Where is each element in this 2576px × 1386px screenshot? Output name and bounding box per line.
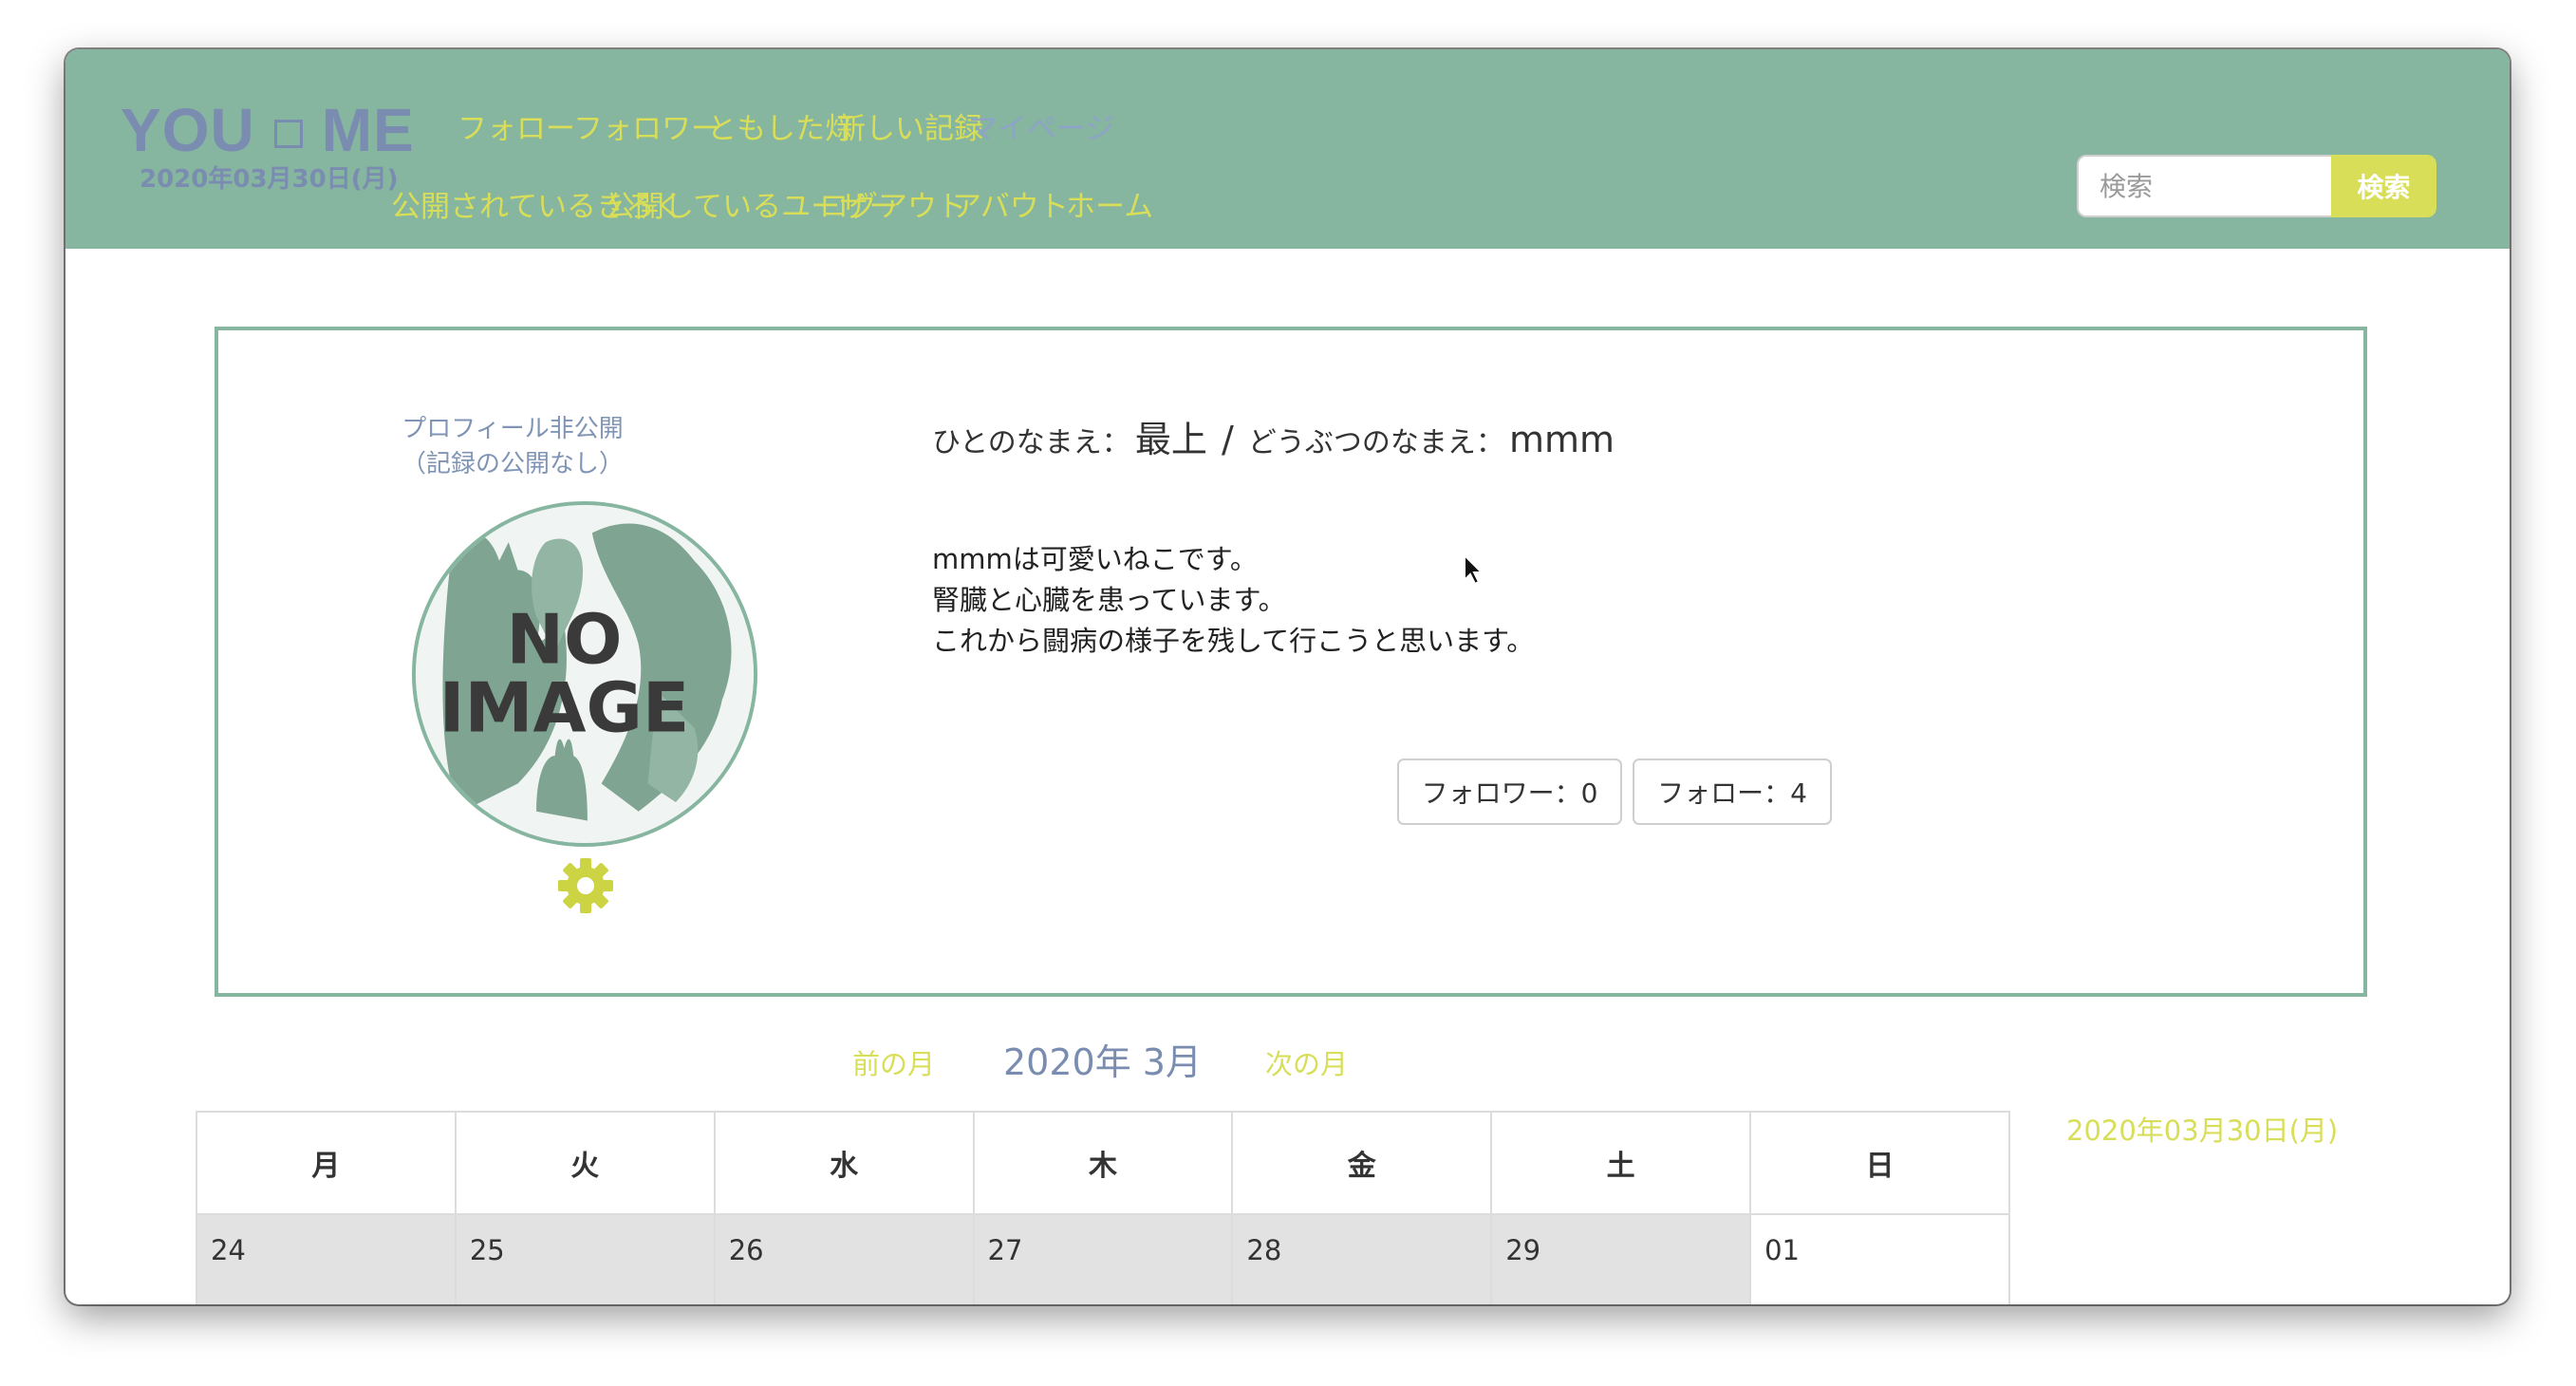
calendar-title: 2020年 3月 [1003, 1033, 1202, 1085]
weekday-sat: 土 [1490, 1111, 1752, 1215]
calendar-day[interactable]: 28 [1231, 1213, 1493, 1304]
calendar-month-label: 2020年 3月 [1003, 1041, 1202, 1083]
prev-month-label: 前の月 [852, 1048, 936, 1080]
nav-home[interactable]: ホーム [1066, 182, 1153, 225]
mouse-pointer-icon [1464, 553, 1484, 586]
profile-name-line: ひとのなまえ： 最上 / どうぶつのなまえ： mmm [932, 410, 1615, 462]
profile-private-notice: プロフィール非公開 （記録の公開なし） [370, 412, 655, 482]
weekday-tue: 火 [454, 1111, 716, 1215]
animal-name: mmm [1509, 419, 1615, 460]
bio-line-1: mmmは可愛いねこです。 [932, 543, 1258, 575]
private-line-1: プロフィール非公開 [401, 415, 624, 443]
logo-text-me: ME [321, 96, 415, 164]
logo-square-icon [273, 120, 303, 149]
no-image-icon: NO IMAGE [416, 505, 754, 843]
logo-text-you: YOU [121, 96, 255, 164]
profile-bio: mmmは可愛いねこです。 腎臓と心臓を患っています。 これから闘病の様子を残して… [932, 539, 1534, 662]
nav-about[interactable]: アバウト [952, 182, 1069, 225]
browser-window: YOU ME 2020年03月30日(月) フォロー フォロワー ともした灯 新し… [65, 49, 2510, 1304]
followers-count-button[interactable]: フォロワー：0 [1397, 759, 1622, 825]
site-logo[interactable]: YOU ME [121, 95, 415, 165]
bio-line-3: これから闘病の様子を残して行こうと思います。 [932, 625, 1535, 657]
calendar-week-row: 24 25 26 27 28 29 01 [196, 1213, 2010, 1304]
calendar-day[interactable]: 01 [1749, 1213, 2010, 1304]
weekday-thu: 木 [972, 1111, 1234, 1215]
prev-month-link[interactable]: 前の月 [852, 1042, 935, 1082]
weekday-sun: 日 [1749, 1111, 2010, 1215]
nav-new-record[interactable]: 新しい記録 [836, 104, 983, 147]
avatar: NO IMAGE [412, 501, 757, 847]
weekday-mon: 月 [196, 1111, 457, 1215]
person-name-label: ひとのなまえ： [932, 426, 1130, 459]
nav-follow[interactable]: フォロー [457, 104, 575, 147]
following-count-button[interactable]: フォロー：4 [1633, 759, 1832, 825]
gear-icon[interactable] [556, 856, 615, 915]
weekday-wed: 水 [713, 1111, 975, 1215]
profile-card: プロフィール非公開 （記録の公開なし） NO IMAGE ひとのなまえ： 最上 … [215, 327, 2367, 997]
search-input[interactable] [2077, 155, 2331, 217]
search-button[interactable]: 検索 [2331, 155, 2436, 217]
no-image-text-1: NO [506, 600, 622, 680]
next-month-label: 次の月 [1265, 1048, 1349, 1080]
calendar-day[interactable]: 26 [713, 1213, 975, 1304]
nav-mypage[interactable]: マイページ [968, 104, 1114, 147]
person-name: 最上 [1134, 419, 1207, 460]
name-separator: / [1222, 419, 1234, 460]
weekday-header-row: 月 火 水 木 金 土 日 [196, 1111, 2010, 1215]
bio-line-2: 腎臓と心臓を患っています。 [932, 584, 1286, 616]
nav-lit-lights[interactable]: ともした灯 [707, 104, 854, 147]
no-image-text-2: IMAGE [439, 669, 690, 749]
header-date: 2020年03月30日(月) [140, 165, 399, 194]
calendar-day[interactable]: 27 [972, 1213, 1234, 1304]
animal-name-label: どうぶつのなまえ： [1247, 426, 1504, 459]
private-line-2: （記録の公開なし） [401, 450, 624, 478]
calendar-day[interactable]: 25 [454, 1213, 716, 1304]
calendar-day[interactable]: 29 [1490, 1213, 1752, 1304]
current-date-label: 2020年03月30日(月) [2066, 1114, 2339, 1147]
next-month-link[interactable]: 次の月 [1265, 1042, 1348, 1082]
weekday-fri: 金 [1231, 1111, 1493, 1215]
nav-followers[interactable]: フォロワー [573, 104, 720, 147]
calendar-grid: 月 火 水 木 金 土 日 24 25 26 27 28 29 01 [196, 1111, 2010, 1304]
site-header: YOU ME 2020年03月30日(月) フォロー フォロワー ともした灯 新し… [65, 49, 2510, 249]
nav-logout[interactable]: ログアウト [819, 182, 966, 225]
calendar-day[interactable]: 24 [196, 1213, 457, 1304]
